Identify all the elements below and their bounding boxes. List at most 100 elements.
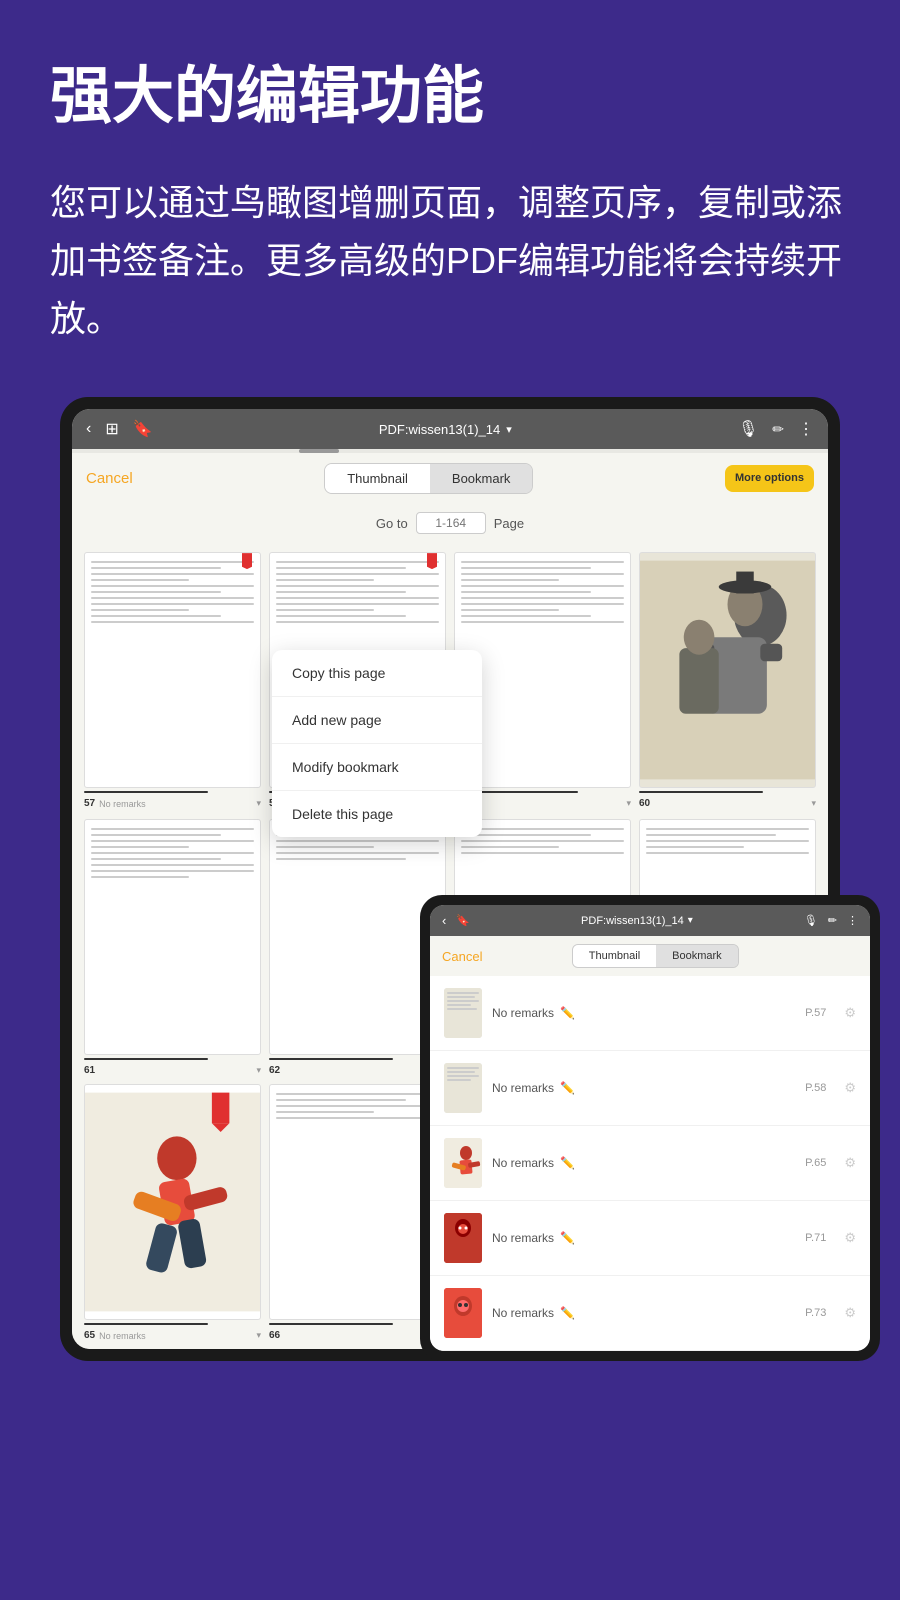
thumb-underline-61 xyxy=(84,1058,208,1060)
bm-gear-65[interactable]: ⚙ xyxy=(844,1155,856,1171)
thumb-underline-60 xyxy=(639,791,763,793)
bm-remark-71: No remarks xyxy=(492,1231,554,1245)
bm-thumb-img-73 xyxy=(444,1288,482,1338)
bm-remark-73: No remarks xyxy=(492,1306,554,1320)
tab-group: Thumbnail Bookmark xyxy=(324,463,533,494)
bm-info-58: No remarks ✏️ xyxy=(492,1081,795,1095)
pen-icon[interactable]: ✏ xyxy=(772,421,784,438)
bm-thumb-65 xyxy=(444,1138,482,1188)
bm-edit-icon-73[interactable]: ✏️ xyxy=(560,1306,575,1320)
page-lines-66 xyxy=(270,1085,445,1131)
delete-page-item[interactable]: Delete this page xyxy=(272,791,482,837)
bm-thumb-img-58 xyxy=(444,1063,482,1113)
bm-info-57: No remarks ✏️ xyxy=(492,1006,795,1020)
tab-bookmark[interactable]: Bookmark xyxy=(430,464,533,493)
bm-remark-58: No remarks xyxy=(492,1081,554,1095)
bookmark-icon[interactable]: 🔖 xyxy=(133,419,153,439)
thumb-underline-66 xyxy=(269,1323,393,1325)
bm-gear-58[interactable]: ⚙ xyxy=(844,1080,856,1096)
device-area: ‹ ⊞ 🔖 PDF:wissen13(1)_14 ▾ 🎙 ✏ ⋮ xyxy=(0,377,900,1361)
goto-input[interactable] xyxy=(416,512,486,534)
page-label: Page xyxy=(494,516,524,531)
chevron-61[interactable]: ▾ xyxy=(256,1065,261,1076)
bm-gear-73[interactable]: ⚙ xyxy=(844,1305,856,1321)
thumb-underline-62 xyxy=(269,1058,393,1060)
thumbnail-grid-row1: 57 No remarks ▾ xyxy=(72,542,828,819)
tab-thumbnail[interactable]: Thumbnail xyxy=(325,464,430,493)
bm-edit-icon-58[interactable]: ✏️ xyxy=(560,1081,575,1095)
copy-page-item[interactable]: Copy this page xyxy=(272,650,482,697)
bookmark-flag-57 xyxy=(242,553,252,569)
bm-thumb-57 xyxy=(444,988,482,1038)
secondary-dropdown[interactable]: ▾ xyxy=(688,915,693,926)
bm-edit-icon-57[interactable]: ✏️ xyxy=(560,1006,575,1020)
chevron-60[interactable]: ▾ xyxy=(811,798,816,809)
cancel-button[interactable]: Cancel xyxy=(86,470,133,487)
topbar-center: PDF:wissen13(1)_14 ▾ xyxy=(379,422,512,437)
thumb-img-60 xyxy=(639,552,816,788)
more-options-button[interactable]: More options xyxy=(725,465,814,492)
bm-edit-icon-71[interactable]: ✏️ xyxy=(560,1231,575,1245)
page-num-60: 60 xyxy=(639,798,650,809)
thumbnail-57[interactable]: 57 No remarks ▾ xyxy=(84,552,261,809)
grid-icon[interactable]: ⊞ xyxy=(105,419,118,439)
secondary-bookmark-icon[interactable]: 🔖 xyxy=(456,914,470,927)
bm-tab-thumbnail[interactable]: Thumbnail xyxy=(573,945,656,967)
thumbnail-61[interactable]: 61 ▾ xyxy=(84,819,261,1076)
thumb-label-60: 60 ▾ xyxy=(639,798,816,809)
bm-item-58[interactable]: No remarks ✏️ P.58 ⚙ xyxy=(430,1051,870,1126)
bm-thumb-71 xyxy=(444,1213,482,1263)
bm-item-57[interactable]: No remarks ✏️ P.57 ⚙ xyxy=(430,976,870,1051)
page-lines-58 xyxy=(270,553,445,635)
bm-thumb-58 xyxy=(444,1063,482,1113)
mic-icon[interactable]: 🎙 xyxy=(738,419,758,439)
secondary-pen[interactable]: ✏ xyxy=(828,914,837,927)
pdf-topbar: ‹ ⊞ 🔖 PDF:wissen13(1)_14 ▾ 🎙 ✏ ⋮ xyxy=(72,409,828,449)
chevron-59[interactable]: ▾ xyxy=(626,798,631,809)
bm-item-73[interactable]: No remarks ✏️ P.73 ⚙ xyxy=(430,1276,870,1351)
thumbnail-60[interactable]: 60 ▾ xyxy=(639,552,816,809)
more-icon[interactable]: ⋮ xyxy=(798,419,814,439)
scroll-thumb[interactable] xyxy=(299,449,339,453)
bm-remark-65: No remarks xyxy=(492,1156,554,1170)
add-page-item[interactable]: Add new page xyxy=(272,697,482,744)
bm-item-65[interactable]: No remarks ✏️ P.65 ⚙ xyxy=(430,1126,870,1201)
bm-page-65: P.65 xyxy=(805,1157,826,1169)
dropdown-arrow[interactable]: ▾ xyxy=(506,423,512,436)
modify-bookmark-item[interactable]: Modify bookmark xyxy=(272,744,482,791)
bm-edit-icon-65[interactable]: ✏️ xyxy=(560,1156,575,1170)
bm-gear-71[interactable]: ⚙ xyxy=(844,1230,856,1246)
back-icon[interactable]: ‹ xyxy=(86,420,91,438)
bm-thumb-img-57 xyxy=(444,988,482,1038)
bm-thumb-img-65 xyxy=(444,1138,482,1188)
thumb-underline-65 xyxy=(84,1323,208,1325)
page-lines-64 xyxy=(640,820,815,866)
bookmark-list: No remarks ✏️ P.57 ⚙ xyxy=(430,976,870,1351)
bm-cancel-button[interactable]: Cancel xyxy=(442,949,482,964)
page-num-57: 57 xyxy=(84,798,95,809)
bm-page-73: P.73 xyxy=(805,1307,826,1319)
bm-tab-bookmark[interactable]: Bookmark xyxy=(656,945,738,967)
chevron-57[interactable]: ▾ xyxy=(256,798,261,809)
thumbnail-65[interactable]: 65 No remarks ▾ xyxy=(84,1084,261,1341)
thumb-label-61: 61 ▾ xyxy=(84,1065,261,1076)
remark-65: No remarks xyxy=(99,1331,146,1341)
goto-label: Go to xyxy=(376,516,408,531)
context-menu: Copy this page Add new page Modify bookm… xyxy=(272,650,482,837)
page-num-65: 65 xyxy=(84,1330,95,1341)
main-title: 强大的编辑功能 xyxy=(50,60,850,134)
remark-57: No remarks xyxy=(99,799,146,809)
bm-item-71[interactable]: No remarks ✏️ P.71 ⚙ xyxy=(430,1201,870,1276)
thumb-img-65 xyxy=(84,1084,261,1320)
secondary-more[interactable]: ⋮ xyxy=(847,914,858,927)
secondary-mic[interactable]: 🎙 xyxy=(804,914,818,927)
secondary-back-icon[interactable]: ‹ xyxy=(442,913,446,928)
bm-info-65: No remarks ✏️ xyxy=(492,1156,795,1170)
bm-gear-57[interactable]: ⚙ xyxy=(844,1005,856,1021)
thumb-label-65: 65 No remarks ▾ xyxy=(84,1330,261,1341)
chevron-65[interactable]: ▾ xyxy=(256,1330,261,1341)
thumbnail-toolbar: Cancel Thumbnail Bookmark More options xyxy=(72,453,828,504)
topbar-left: ‹ ⊞ 🔖 xyxy=(86,419,153,439)
secondary-screen: ‹ 🔖 PDF:wissen13(1)_14 ▾ 🎙 ✏ ⋮ Cancel Th… xyxy=(430,905,870,1351)
bm-page-58: P.58 xyxy=(805,1082,826,1094)
